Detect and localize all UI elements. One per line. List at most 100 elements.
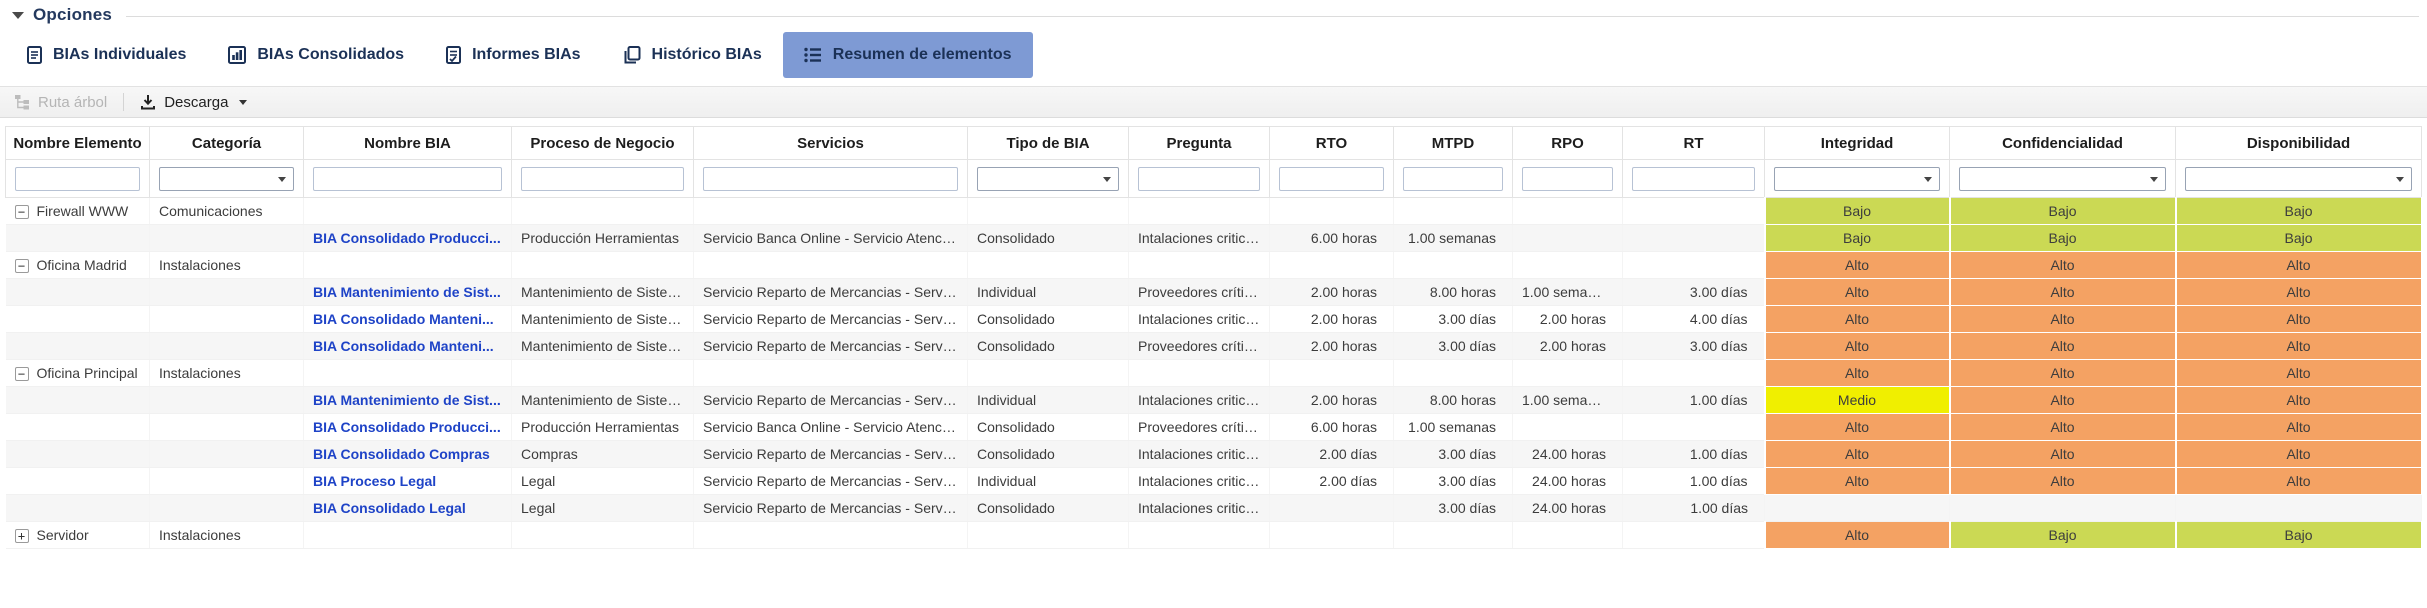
tab-label: Resumen de elementos [833, 46, 1012, 64]
column-header-mtpd[interactable]: MTPD [1394, 127, 1513, 160]
cell-categoria: Comunicaciones [150, 198, 304, 225]
cell-tipo [968, 198, 1129, 225]
group-row[interactable]: −Oficina MadridInstalacionesAltoAltoAlto [6, 252, 2422, 279]
filter-cell-integridad [1765, 160, 1950, 198]
bia-row[interactable]: BIA Consolidado Manteni... Mantenimiento … [6, 333, 2422, 360]
bia-name-link[interactable]: BIA Proceso Legal [313, 473, 436, 489]
list-icon [804, 47, 822, 63]
cell-tipo: Consolidado [968, 414, 1129, 441]
bia-name-link[interactable]: BIA Consolidado Manteni... [313, 338, 494, 354]
tab-bias-consolidados[interactable]: BIAs Consolidados [207, 32, 425, 78]
cell-pregunta: Proveedores críticos [1129, 333, 1270, 360]
cell-nombre_bia: BIA Consolidado Producci... [304, 414, 512, 441]
cell-nombre_elemento [6, 387, 150, 414]
cell-mtpd [1394, 252, 1513, 279]
cell-categoria [150, 279, 304, 306]
cell-tipo: Consolidado [968, 333, 1129, 360]
cell-proceso: Mantenimiento de Sistemas [512, 333, 694, 360]
filter-input-proceso[interactable] [521, 167, 684, 191]
cell-rpo [1513, 414, 1623, 441]
column-header-tipo[interactable]: Tipo de BIA [968, 127, 1129, 160]
column-header-nombre_bia[interactable]: Nombre BIA [304, 127, 512, 160]
document-icon [27, 46, 42, 64]
filter-input-nombre_elemento[interactable] [15, 167, 140, 191]
bia-name-link[interactable]: BIA Consolidado Producci... [313, 419, 501, 435]
level-cell-confidencialidad: Alto [1950, 468, 2176, 495]
cell-servicios [694, 522, 968, 549]
group-row[interactable]: −Oficina PrincipalInstalacionesAltoAltoA… [6, 360, 2422, 387]
filter-select-confidencialidad[interactable] [1959, 167, 2166, 191]
cell-categoria [150, 441, 304, 468]
column-header-confidencialidad[interactable]: Confidencialidad [1950, 127, 2176, 160]
column-header-integridad[interactable]: Integridad [1765, 127, 1950, 160]
bia-name-link[interactable]: BIA Consolidado Manteni... [313, 311, 494, 327]
bia-row[interactable]: BIA Consolidado ComprasComprasServicio R… [6, 441, 2422, 468]
dropdown-caret-icon [278, 177, 286, 182]
cell-mtpd: 3.00 días [1394, 495, 1513, 522]
column-header-pregunta[interactable]: Pregunta [1129, 127, 1270, 160]
collapse-section-icon[interactable] [12, 12, 24, 19]
level-cell-confidencialidad: Alto [1950, 360, 2176, 387]
collapse-node-icon[interactable]: − [15, 367, 29, 381]
level-cell-integridad: Medio [1765, 387, 1950, 414]
bia-name-link[interactable]: BIA Consolidado Legal [313, 500, 466, 516]
collapse-node-icon[interactable]: − [15, 259, 29, 273]
filter-select-disponibilidad[interactable] [2185, 167, 2412, 191]
level-cell-confidencialidad: Alto [1950, 387, 2176, 414]
collapse-node-icon[interactable]: − [15, 205, 29, 219]
filter-input-mtpd[interactable] [1403, 167, 1503, 191]
filter-select-categoria[interactable] [159, 167, 294, 191]
column-header-rt[interactable]: RT [1623, 127, 1765, 160]
cell-rto: 2.00 horas [1270, 306, 1394, 333]
filter-select-tipo[interactable] [977, 167, 1119, 191]
tab-resumen-de-elementos[interactable]: Resumen de elementos [783, 32, 1033, 78]
cell-rpo: 2.00 horas [1513, 333, 1623, 360]
filter-input-nombre_bia[interactable] [313, 167, 502, 191]
bia-row[interactable]: BIA Mantenimiento de Sist... Mantenimient… [6, 387, 2422, 414]
bia-name-link[interactable]: BIA Mantenimiento de Sist... [313, 392, 501, 408]
level-cell-integridad: Alto [1765, 360, 1950, 387]
bia-row[interactable]: BIA Consolidado Producci...Producción He… [6, 225, 2422, 252]
column-header-nombre_elemento[interactable]: Nombre Elemento [6, 127, 150, 160]
bia-row[interactable]: BIA Mantenimiento de Sist...Mantenimient… [6, 279, 2422, 306]
cell-proceso: Mantenimiento de Sistemas [512, 387, 694, 414]
filter-select-integridad[interactable] [1774, 167, 1940, 191]
cell-rto [1270, 495, 1394, 522]
bia-name-link[interactable]: BIA Mantenimiento de Sist... [313, 284, 501, 300]
level-cell-integridad [1765, 495, 1950, 522]
filter-input-servicios[interactable] [703, 167, 958, 191]
filter-input-rto[interactable] [1279, 167, 1384, 191]
tab-bias-individuales[interactable]: BIAs Individuales [6, 32, 207, 78]
dropdown-caret-icon [1103, 177, 1111, 182]
column-header-proceso[interactable]: Proceso de Negocio [512, 127, 694, 160]
column-header-categoria[interactable]: Categoría [150, 127, 304, 160]
cell-nombre_elemento [6, 495, 150, 522]
tab-informes-bias[interactable]: Informes BIAs [425, 32, 601, 78]
column-header-rto[interactable]: RTO [1270, 127, 1394, 160]
descarga-button[interactable]: Descarga [140, 94, 247, 111]
bia-name-link[interactable]: BIA Consolidado Producci... [313, 230, 501, 246]
column-header-rpo[interactable]: RPO [1513, 127, 1623, 160]
column-header-servicios[interactable]: Servicios [694, 127, 968, 160]
cell-rpo: 24.00 horas [1513, 468, 1623, 495]
column-header-disponibilidad[interactable]: Disponibilidad [2176, 127, 2422, 160]
group-row[interactable]: +ServidorInstalacionesAltoBajoBajo [6, 522, 2422, 549]
filter-input-rpo[interactable] [1522, 167, 1613, 191]
level-cell-disponibilidad: Alto [2176, 387, 2422, 414]
cell-nombre_bia: BIA Proceso Legal [304, 468, 512, 495]
level-cell-confidencialidad: Alto [1950, 441, 2176, 468]
cell-mtpd: 3.00 días [1394, 468, 1513, 495]
bia-row[interactable]: BIA Consolidado LegalLegalServicio Repar… [6, 495, 2422, 522]
expand-node-icon[interactable]: + [15, 529, 29, 543]
group-row[interactable]: −Firewall WWWComunicacionesBajoBajoBajo [6, 198, 2422, 225]
filter-input-pregunta[interactable] [1138, 167, 1260, 191]
bia-row[interactable]: BIA Consolidado Producci...Producción He… [6, 414, 2422, 441]
cell-servicios [694, 252, 968, 279]
cell-mtpd: 1.00 semanas [1394, 225, 1513, 252]
filter-input-rt[interactable] [1632, 167, 1755, 191]
ruta-arbol-button[interactable]: Ruta árbol [14, 94, 107, 111]
tab-historico-bias[interactable]: Histórico BIAs [602, 32, 783, 78]
bia-name-link[interactable]: BIA Consolidado Compras [313, 446, 490, 462]
bia-row[interactable]: BIA Proceso LegalLegalServicio Reparto d… [6, 468, 2422, 495]
bia-row[interactable]: BIA Consolidado Manteni...Mantenimiento … [6, 306, 2422, 333]
